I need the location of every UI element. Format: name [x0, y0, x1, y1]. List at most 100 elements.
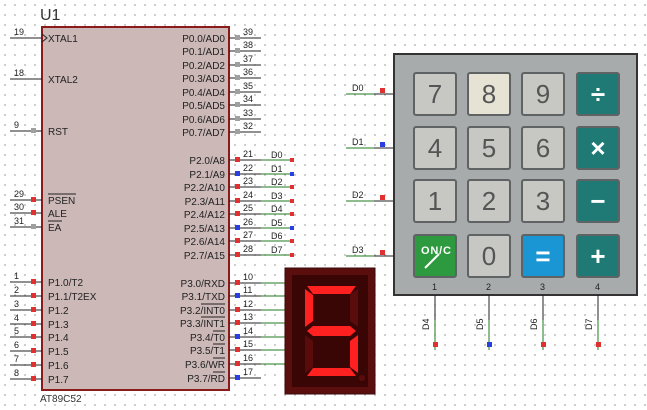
segment-e: [305, 335, 313, 373]
key-4[interactable]: 4: [413, 126, 457, 170]
segment-dp: [359, 375, 365, 381]
mcu-part-label: AT89C52: [40, 394, 82, 405]
pin-state-marker: [235, 211, 240, 216]
pin-number: 36: [243, 67, 253, 77]
pin-label: P1.3: [48, 320, 69, 331]
col-number: 3: [540, 282, 545, 292]
key-0[interactable]: 0: [467, 234, 511, 278]
pin-state-marker: [31, 362, 36, 367]
col-net-label: D6: [529, 318, 539, 330]
pin-state-marker: [31, 307, 36, 312]
pin-label: P2.1/A9: [189, 170, 225, 181]
pin-state-marker: [235, 129, 240, 134]
multiply-icon: ×: [590, 133, 605, 163]
key-label: 3: [536, 186, 550, 216]
row-net-label: D1: [352, 137, 364, 147]
pin-state-marker: [31, 376, 36, 381]
pin-state-marker: [235, 157, 240, 162]
pin-label: P2.3/A11: [185, 197, 226, 208]
key-multiply[interactable]: ×: [576, 126, 620, 170]
key-1[interactable]: 1: [413, 179, 457, 223]
mcu-u1[interactable]: U1 AT89C52 19XTAL118XTAL29RST29PSEN30ALE…: [10, 7, 294, 405]
pin-label: P3.1/TXD: [182, 292, 225, 303]
key-2[interactable]: 2: [467, 179, 511, 223]
pin-number: 18: [14, 68, 24, 78]
pin-number: 33: [243, 108, 253, 118]
pin-state-marker: [235, 75, 240, 80]
pin-number: 15: [243, 339, 253, 349]
key-9[interactable]: 9: [521, 72, 565, 116]
pin-state-marker: [235, 280, 240, 285]
pin-state-marker: [235, 89, 240, 94]
pin-number: 31: [14, 216, 24, 226]
pin-state-marker: [31, 210, 36, 215]
pin-number: 30: [14, 202, 24, 212]
pin-label: P2.5/A13: [184, 224, 226, 235]
key-minus[interactable]: −: [576, 179, 620, 223]
pin-state-marker: [235, 293, 240, 298]
pin-number: 32: [243, 121, 253, 131]
key-6[interactable]: 6: [521, 126, 565, 170]
key-label: 0: [482, 241, 496, 271]
pin-label: P2.7/A15: [184, 251, 226, 262]
key-on-clear[interactable]: ON/C: [413, 234, 457, 278]
segment-c: [350, 335, 358, 373]
pin-label: P3.0/RXD: [181, 279, 225, 290]
key-label: 5: [482, 133, 496, 163]
key-label: 6: [536, 133, 550, 163]
pin-state-marker: [235, 361, 240, 366]
pin-label: P1.6: [48, 361, 69, 372]
pin-label: PSEN: [48, 196, 75, 207]
key-label: 2: [482, 186, 496, 216]
mcu-ref-label: U1: [40, 7, 61, 24]
key-8[interactable]: 8: [467, 72, 511, 116]
key-plus[interactable]: +: [576, 234, 620, 278]
net-label: D2: [271, 177, 283, 187]
pin-state-marker: [235, 62, 240, 67]
col-state-marker: [596, 342, 601, 347]
seven-segment-display[interactable]: [284, 267, 376, 395]
pin-number: 3: [14, 299, 19, 309]
key-7[interactable]: 7: [413, 72, 457, 116]
key-3[interactable]: 3: [521, 179, 565, 223]
col-state-marker: [541, 342, 546, 347]
key-label: 9: [536, 79, 550, 109]
pin-label: P2.2/A10: [184, 183, 226, 194]
pin-label: EA: [48, 223, 62, 234]
pin-label: P3.3/INT1: [180, 319, 225, 330]
net-state-marker: [290, 239, 294, 243]
pin-label: XTAL2: [48, 75, 78, 86]
row-state-marker: [380, 142, 385, 147]
pin-state-marker: [31, 293, 36, 298]
net-label: D5: [271, 218, 283, 228]
pin-label: P2.6/A14: [184, 237, 226, 248]
pin-label: RST: [48, 127, 68, 138]
net-state-marker: [290, 172, 294, 176]
segment-b: [350, 289, 358, 327]
keypad[interactable]: D0AD1BD2CD3D 789÷456×123−ON/C0=+ 1D42D53…: [346, 53, 638, 350]
net-state-marker: [290, 158, 294, 162]
pin-number: 17: [243, 367, 253, 377]
pin-number: 19: [14, 27, 24, 37]
segment-a: [307, 286, 356, 294]
net-label: D1: [271, 164, 283, 174]
col-number: 1: [432, 282, 437, 292]
key-equals[interactable]: =: [521, 234, 565, 278]
pin-state-marker: [235, 171, 240, 176]
pin-number: 9: [14, 120, 19, 130]
key-divide[interactable]: ÷: [576, 72, 620, 116]
schematic-canvas: U1 AT89C52 19XTAL118XTAL29RST29PSEN30ALE…: [10, 7, 638, 405]
divide-icon: ÷: [591, 79, 605, 109]
key-5[interactable]: 5: [467, 126, 511, 170]
col-net-label: D4: [421, 318, 431, 330]
net-label: D4: [271, 204, 283, 214]
pin-state-marker: [235, 116, 240, 121]
pin-number: 28: [243, 244, 253, 254]
pin-number: 12: [243, 299, 253, 309]
segment-f: [305, 289, 313, 327]
pin-number: 8: [14, 368, 19, 378]
net-state-marker: [290, 226, 294, 230]
pin-label: P0.0/AD0: [182, 34, 225, 45]
pin-label: XTAL1: [48, 34, 78, 45]
pin-number: 2: [14, 285, 19, 295]
